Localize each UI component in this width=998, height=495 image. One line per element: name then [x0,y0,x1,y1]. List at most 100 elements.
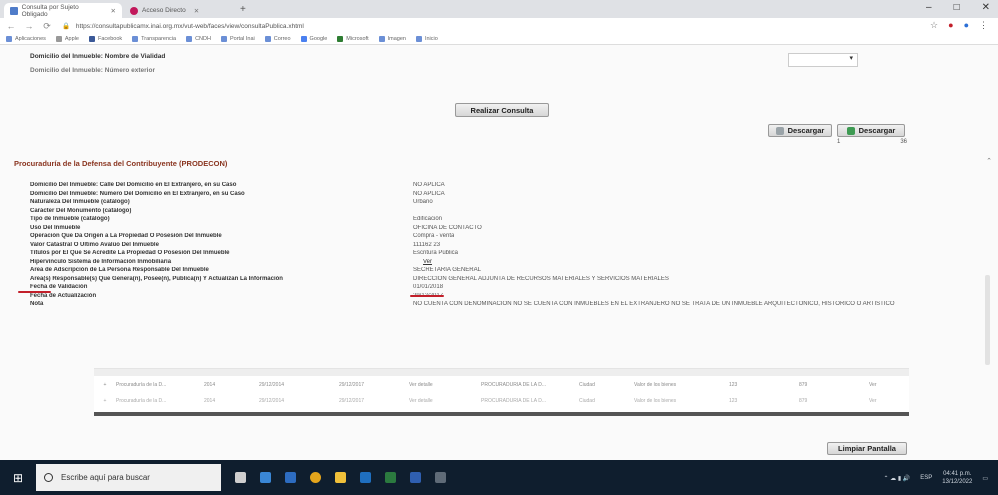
download-excel-button[interactable]: Descargar [837,124,905,137]
table-header [94,369,909,376]
close-tab-icon[interactable]: ✕ [194,7,199,15]
chevron-up-icon[interactable]: ⌃ [986,157,992,165]
bookmark-icon [186,36,193,42]
profile-icon[interactable]: ● [964,20,969,31]
bookmark-icon [88,36,95,42]
bookmark-item[interactable]: Aplicaciones [6,36,46,42]
table-row[interactable]: + Procuraduría de la D... 2014 29/12/201… [94,379,909,391]
detail-row: Fecha de Actualización29/12/2017 [30,292,443,299]
results-table: + Procuraduría de la D... 2014 29/12/201… [94,368,909,416]
detail-row: Fecha de Validación 01/01/2018 [30,284,444,291]
bookmark-icon [264,36,271,42]
detail-row: Valor Catastral O Último Avalúo Del Inmu… [30,241,441,248]
expand-icon[interactable]: + [94,382,116,388]
close-window-button[interactable]: ✕ [982,2,990,13]
ver-link[interactable]: Ver [413,259,432,265]
lock-icon: 🔒 [62,23,71,30]
detail-row: Hipervínculo Sistema de Información Inmo… [30,258,433,265]
language-indicator[interactable]: ESP [920,475,932,481]
detail-row: Títulos por El Que Se Acredite La Propie… [30,250,459,257]
expand-icon[interactable]: + [94,398,116,404]
bookmark-item[interactable]: Apple [55,36,79,42]
highlight-underline [410,295,444,297]
extension-icon[interactable]: ● [948,20,953,31]
horizontal-scrollbar[interactable] [94,412,909,416]
site-favicon-icon [10,6,18,15]
field-label-street: Domicilio del Inmueble: Nombre de Vialid… [30,53,166,60]
bookmark-item[interactable]: Portal Inai [220,36,255,42]
bookmark-icon [132,36,139,42]
bookmark-icon [220,36,227,42]
new-tab-button[interactable]: + [240,4,246,15]
browser-toolbar: ← → ⟳ 🔒 https://consultapublicamx.inai.o… [0,18,998,34]
limpiar-pantalla-button[interactable]: Limpiar Pantalla [827,442,907,455]
back-icon[interactable]: ← [4,21,18,31]
section-title: Procuraduría de la Defensa del Contribuy… [14,159,228,168]
address-bar[interactable]: 🔒 https://consultapublicamx.inai.org.mx/… [62,22,304,30]
folder-icon[interactable] [335,472,346,483]
bookmark-icon [378,36,385,42]
detail-row: Carácter Del Monumento (catálogo) [30,207,132,214]
bookmark-item[interactable]: Inicio [415,36,438,42]
filter-select[interactable]: ▾ [788,53,858,67]
table-row[interactable]: + Procuraduría de la D... 2014 29/12/201… [94,395,909,407]
chrome-icon[interactable] [310,472,321,483]
browser-tab[interactable]: Consulta por Sujeto Obligado ✕ [4,3,122,18]
star-icon[interactable]: ☆ [930,20,938,31]
reload-icon[interactable]: ⟳ [40,21,54,32]
taskbar-search[interactable]: Escribe aquí para buscar [36,464,221,491]
taskbar: ⊞ Escribe aquí para buscar ⌃ ☁ ▮ 🔊 ESP 0… [0,460,998,495]
close-tab-icon[interactable]: ✕ [111,7,116,15]
task-view-icon[interactable] [260,472,271,483]
windows-start-icon[interactable]: ⊞ [0,460,36,495]
mail-icon[interactable] [360,472,371,483]
bookmark-item[interactable]: Correo [264,36,291,42]
detail-table: Domicilio Del Inmueble: Calle Del Domici… [30,181,990,309]
detail-row: Domicilio Del Inmueble: Calle Del Domici… [30,182,445,189]
chevron-down-icon: ▾ [849,55,853,62]
field-label-number: Domicilio del Inmueble: Número exterior [30,67,155,74]
download-button[interactable]: Descargar [768,124,832,137]
edge-icon[interactable] [285,472,296,483]
forward-icon[interactable]: → [22,21,36,31]
detail-row: Operación Que Da Origen a La Propiedad O… [30,233,455,240]
app-icon[interactable] [435,472,446,483]
notification-icon[interactable]: ▭ [982,475,988,482]
maximize-button[interactable]: □ [954,2,960,13]
bookmark-item[interactable]: CNDH [186,36,211,42]
tray-icons[interactable]: ⌃ ☁ ▮ 🔊 [883,475,910,482]
detail-row: Naturaleza Del Inmueble (catálogo) Urbano [30,199,433,206]
bookmark-item[interactable]: Transparencia [132,36,176,42]
browser-tab[interactable]: Acceso Directo ✕ [124,3,232,18]
browser-tabbar: Consulta por Sujeto Obligado ✕ Acceso Di… [0,0,998,18]
detail-row: Domicilio Del Inmueble: Número Del Domic… [30,190,445,197]
detail-row: Uso Del Inmueble OFICINA DE CONTACTO [30,224,482,231]
realizar-consulta-button[interactable]: Realizar Consulta [455,103,549,117]
detail-row: Área(s) Responsable(s) Que Genera(n), Po… [30,275,669,282]
word-app-icon[interactable] [410,472,421,483]
menu-icon[interactable]: ⋮ [979,20,988,31]
scrollbar[interactable] [985,275,990,365]
download-icon [775,126,784,135]
detail-row: Nota NO CUENTA CON DENOMINACIÓN NO SE CUE… [30,301,895,308]
excel-app-icon[interactable] [385,472,396,483]
bookmark-item[interactable]: Microsoft [337,36,369,42]
bookmark-item[interactable]: Facebook [88,36,122,42]
apps-icon [6,36,12,42]
bookmark-icon [300,36,307,42]
bookmark-icon [415,36,422,42]
bookmark-item[interactable]: Imagen [378,36,406,42]
bookmarks-bar: Aplicaciones Apple Facebook Transparenci… [0,34,998,45]
bookmark-icon [337,36,344,42]
detail-row: Tipo de Inmueble (catálogo) Edificación [30,216,443,223]
mic-icon[interactable] [235,472,246,483]
minimize-button[interactable]: – [926,2,932,13]
page-content: Domicilio del Inmueble: Nombre de Vialid… [0,45,998,460]
bookmark-item[interactable]: Google [300,36,327,42]
site-favicon-icon [130,6,138,15]
clock[interactable]: 04:41 p.m. 13/12/2022 [942,470,972,486]
detail-row: Área de Adscripción de La Persona Respon… [30,267,481,274]
pagination[interactable]: 1 36 [837,139,907,149]
bookmark-icon [55,36,62,42]
search-icon [44,473,53,482]
